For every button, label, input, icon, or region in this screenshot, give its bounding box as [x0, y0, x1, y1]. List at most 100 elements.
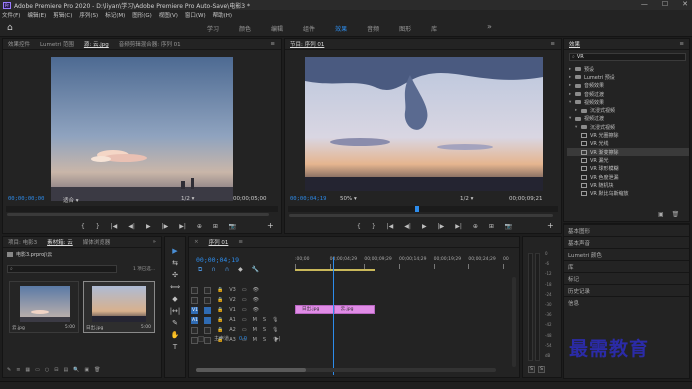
effects-title[interactable]: 效果	[569, 40, 580, 48]
solo-button[interactable]: S	[263, 327, 266, 333]
rolling-edit-tool-icon[interactable]: ⟺	[165, 283, 185, 295]
source-add-button-icon[interactable]: +	[267, 221, 274, 230]
effect-item[interactable]: VR 光线	[567, 140, 689, 148]
effect-folder[interactable]: ▾ 视频效果	[567, 98, 689, 106]
mic-icon[interactable]: 🎙	[272, 317, 278, 323]
source-fit-dropdown[interactable]: 适合 ▾	[63, 196, 79, 204]
workspace-tab[interactable]: 编辑	[271, 24, 283, 33]
go-to-in-icon[interactable]: |◀	[111, 223, 118, 230]
effect-folder[interactable]: ▸ Lumetri 预设	[567, 73, 689, 81]
source-patch-button[interactable]	[191, 296, 198, 304]
zoom-slider-handle[interactable]: ○	[45, 367, 49, 373]
workspace-tab[interactable]: 学习	[207, 24, 219, 33]
eye-icon[interactable]: 👁	[253, 307, 259, 313]
timeline-vertical-scrollbar[interactable]	[512, 277, 516, 367]
timeline-timecode[interactable]: 00;00;04;19	[196, 256, 239, 264]
workspace-tab[interactable]: 效果	[335, 24, 347, 33]
side-panel-tab[interactable]: 库	[564, 260, 689, 272]
program-timecode-in[interactable]: 00;00;04;19	[290, 196, 326, 202]
meter-solo-left-button[interactable]: S	[528, 366, 535, 373]
menu-help[interactable]: 帮助(H)	[213, 11, 232, 19]
source-panel-tab[interactable]: 效果控件	[8, 40, 30, 48]
project-tab[interactable]: 媒体浏览器	[83, 238, 111, 246]
menu-markers[interactable]: 标记(M)	[105, 11, 125, 19]
effect-item[interactable]: VR 默比乌斯缩放	[567, 189, 689, 197]
lock-icon[interactable]: 🔒	[217, 317, 223, 323]
write-icon[interactable]: ✎	[7, 367, 11, 373]
source-patch-button[interactable]	[191, 326, 198, 334]
work-area-bar[interactable]	[295, 269, 375, 271]
effects-search-input[interactable]: VR	[577, 54, 584, 60]
source-panel-tab[interactable]: 音频剪辑混合器: 序列 01	[119, 40, 181, 48]
minimize-button[interactable]: —	[641, 0, 648, 8]
effect-folder[interactable]: ▾ 沉浸式视频	[567, 123, 689, 131]
effect-item[interactable]: VR 球形模糊	[567, 165, 689, 173]
lock-icon[interactable]: 🔒	[217, 307, 223, 313]
freeform-view-icon[interactable]: ▭	[35, 367, 40, 373]
program-add-button-icon[interactable]: +	[547, 221, 554, 230]
source-panel-menu-icon[interactable]: ≡	[270, 41, 275, 47]
timeline-tab[interactable]: 序列 01	[209, 238, 229, 246]
menu-graphics[interactable]: 图形(G)	[132, 11, 152, 19]
timeline-settings-icon[interactable]: 🔧	[252, 266, 259, 274]
mark-in-icon[interactable]: {	[357, 223, 361, 230]
menu-sequence[interactable]: 序列(S)	[79, 11, 98, 19]
insert-icon[interactable]: ⊕	[473, 223, 478, 230]
export-frame-icon[interactable]: 📷	[505, 223, 512, 230]
track-target-button[interactable]	[204, 316, 211, 324]
side-panel-tab[interactable]: 标记	[564, 272, 689, 284]
automate-icon[interactable]: ▤	[63, 367, 68, 373]
sync-icon[interactable]: ▭	[242, 307, 247, 313]
slip-tool-icon[interactable]: |↔|	[165, 307, 185, 319]
master-track-toggle[interactable]	[198, 335, 204, 342]
side-panel-tab[interactable]: 信息	[564, 296, 689, 308]
mute-button[interactable]: M	[253, 317, 257, 323]
pen-tool-icon[interactable]: ✎	[165, 319, 185, 331]
source-panel-tab[interactable]: Lumetri 范围	[40, 40, 74, 48]
play-icon[interactable]: ▶	[146, 223, 151, 230]
workspace-more-button[interactable]: »	[487, 22, 492, 31]
ripple-edit-tool-icon[interactable]: ✣	[165, 271, 185, 283]
sync-icon[interactable]: ▭	[242, 287, 247, 293]
source-time-ruler[interactable]	[6, 206, 278, 212]
project-overflow-icon[interactable]: »	[153, 239, 156, 245]
trash-icon[interactable]: 🗑	[94, 367, 100, 373]
project-tab[interactable]: 项目: 电影3	[8, 238, 37, 246]
icon-view-icon[interactable]: ▦	[25, 367, 30, 373]
effect-item[interactable]: VR 色度泄漏	[567, 173, 689, 181]
go-to-in-icon[interactable]: |◀	[387, 223, 394, 230]
program-monitor-title[interactable]: 节目: 序列 01	[290, 40, 324, 48]
list-view-icon[interactable]: ≡	[16, 367, 20, 373]
meter-solo-right-button[interactable]: S	[538, 366, 545, 373]
program-fit-dropdown[interactable]: 50% ▾	[340, 196, 357, 202]
add-marker-icon[interactable]: ◆	[238, 266, 243, 274]
side-panel-tab[interactable]: 基本图形	[564, 224, 689, 236]
selection-tool-icon[interactable]: ▶	[165, 247, 185, 259]
step-forward-icon[interactable]: |▶	[438, 223, 445, 230]
effects-search-box[interactable]: ⌕ VR	[569, 53, 686, 61]
track-target-button[interactable]	[204, 306, 211, 314]
mark-out-icon[interactable]: }	[96, 223, 100, 230]
mark-in-icon[interactable]: {	[81, 223, 85, 230]
step-back-icon[interactable]: ◀|	[404, 223, 411, 230]
insert-icon[interactable]: ⊕	[197, 223, 202, 230]
new-bin-icon[interactable]: ▣	[658, 211, 664, 218]
effect-item[interactable]: VR 漏光	[567, 156, 689, 164]
program-panel-menu-icon[interactable]: ≡	[550, 41, 555, 47]
home-icon[interactable]: ⌂	[7, 23, 13, 33]
nest-icon[interactable]: ⧉	[198, 266, 202, 274]
source-patch-button[interactable]: A1	[191, 316, 198, 324]
linked-selection-icon[interactable]: ∩	[225, 266, 229, 274]
lock-icon[interactable]: 🔒	[217, 327, 223, 333]
source-panel-tab[interactable]: 源: 云.jpg	[84, 40, 109, 48]
hand-tool-icon[interactable]: ✋	[165, 331, 185, 343]
timeline-horizontal-scrollbar[interactable]	[196, 368, 496, 372]
go-to-out-icon[interactable]: ▶|	[455, 223, 462, 230]
eye-icon[interactable]: 👁	[253, 297, 259, 303]
source-scale-dropdown[interactable]: 1/2 ▾	[181, 196, 194, 202]
mute-button[interactable]: M	[253, 327, 257, 333]
effect-item[interactable]: VR 光圈擦除	[567, 131, 689, 139]
program-scale-dropdown[interactable]: 1/2 ▾	[460, 196, 473, 202]
source-patch-button[interactable]	[191, 336, 198, 344]
project-item-cloud[interactable]: 云.jpg 5:00	[9, 281, 79, 333]
